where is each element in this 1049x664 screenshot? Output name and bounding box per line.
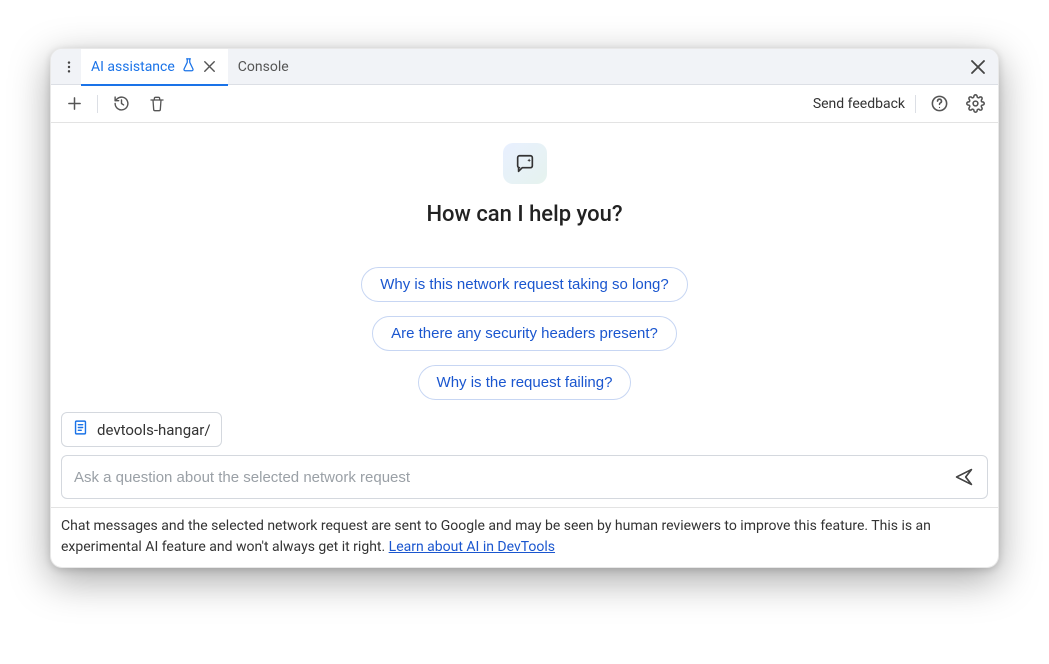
- disclaimer-footer: Chat messages and the selected network r…: [51, 507, 998, 567]
- trash-icon: [149, 96, 165, 112]
- new-chat-button[interactable]: [61, 91, 87, 117]
- devtools-panel: AI assistance Console Send feedback: [50, 48, 999, 568]
- kebab-menu-button[interactable]: [57, 55, 81, 79]
- prompt-input[interactable]: [74, 469, 941, 486]
- ai-chat-icon: [514, 153, 536, 175]
- help-button[interactable]: [926, 91, 952, 117]
- help-icon: [930, 94, 949, 113]
- document-icon: [72, 419, 89, 440]
- suggestion-list: Why is this network request taking so lo…: [361, 267, 687, 400]
- more-vertical-icon: [62, 60, 76, 74]
- close-icon: [971, 60, 985, 74]
- bottom-area: devtools-hangar/: [51, 400, 998, 507]
- flask-icon: [181, 57, 196, 76]
- history-icon: [113, 95, 130, 112]
- main-content: How can I help you? Why is this network …: [51, 123, 998, 400]
- close-tab-button[interactable]: [202, 59, 218, 75]
- suggestion-chip[interactable]: Why is this network request taking so lo…: [361, 267, 687, 302]
- tab-console[interactable]: Console: [228, 49, 299, 85]
- greeting-heading: How can I help you?: [426, 202, 622, 227]
- context-pill[interactable]: devtools-hangar/: [61, 412, 222, 447]
- gear-icon: [966, 94, 985, 113]
- plus-icon: [67, 96, 82, 111]
- context-label: devtools-hangar/: [97, 421, 211, 439]
- divider: [915, 95, 916, 113]
- divider: [97, 95, 98, 113]
- ai-badge: [503, 143, 547, 184]
- delete-button[interactable]: [144, 91, 170, 117]
- send-button[interactable]: [949, 462, 979, 492]
- learn-more-link[interactable]: Learn about AI in DevTools: [389, 539, 555, 555]
- close-icon: [204, 61, 215, 72]
- tab-ai-assistance[interactable]: AI assistance: [81, 49, 228, 85]
- tab-label: AI assistance: [91, 59, 175, 75]
- prompt-input-row: [61, 455, 988, 499]
- tab-label: Console: [238, 59, 289, 75]
- history-button[interactable]: [108, 91, 134, 117]
- send-feedback-link[interactable]: Send feedback: [813, 96, 905, 112]
- settings-button[interactable]: [962, 91, 988, 117]
- toolbar: Send feedback: [51, 85, 998, 123]
- suggestion-chip[interactable]: Why is the request failing?: [418, 365, 632, 400]
- tab-strip: AI assistance Console: [51, 49, 998, 85]
- suggestion-chip[interactable]: Are there any security headers present?: [372, 316, 677, 351]
- send-icon: [954, 467, 974, 487]
- close-panel-button[interactable]: [964, 53, 992, 81]
